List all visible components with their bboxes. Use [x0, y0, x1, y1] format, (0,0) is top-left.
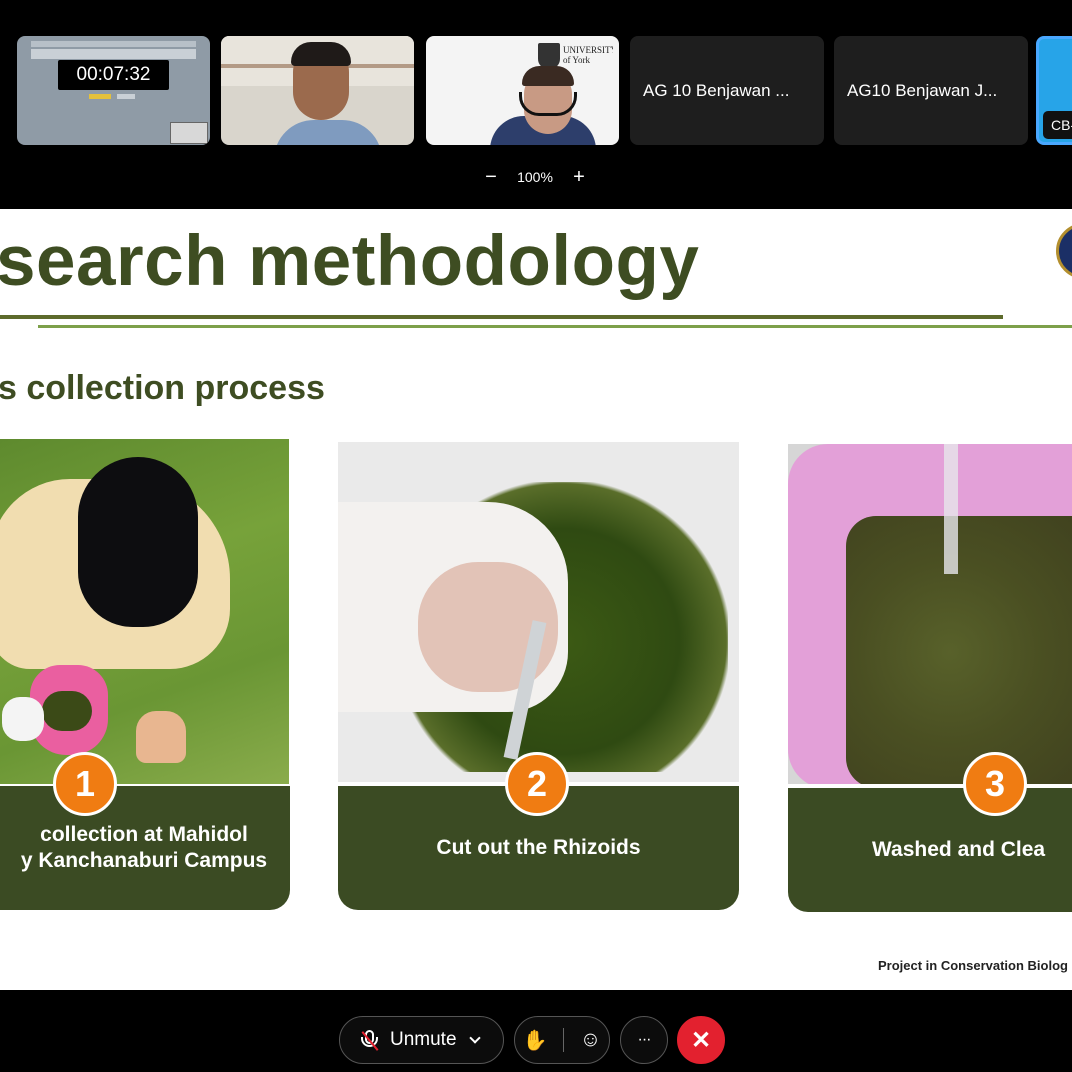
avatar: CB- — [1043, 111, 1072, 139]
unmute-label: Unmute — [390, 1029, 457, 1050]
person-hair — [522, 66, 574, 86]
glove — [2, 697, 44, 741]
participant-tile-screen-share[interactable]: 00:07:32 — [17, 36, 210, 145]
shared-screen-header — [31, 49, 196, 59]
shared-screen-thumbnail — [170, 122, 208, 144]
person-hair — [291, 42, 351, 66]
shared-slide: search methodology s collection process … — [0, 209, 1072, 990]
step-2-badge: 2 — [505, 752, 569, 816]
moss-in-bowl — [42, 691, 92, 731]
participant-name: AG 10 Benjawan ... — [643, 80, 790, 100]
zoom-level: 100% — [517, 169, 553, 185]
reactions-group: ✋ ☺ — [514, 1016, 610, 1064]
title-divider-dark — [0, 315, 1003, 319]
zoom-out-button[interactable]: − — [480, 166, 502, 189]
participant-tile-active-speaker[interactable]: CB- — [1036, 36, 1072, 145]
timer-display: 00:07:32 — [58, 60, 169, 90]
person-hair — [78, 457, 198, 627]
headset-icon — [519, 92, 577, 116]
leave-meeting-button[interactable]: ✕ — [677, 1016, 725, 1064]
water-stream — [944, 444, 958, 574]
step-1-photo — [0, 439, 289, 784]
reactions-divider — [563, 1028, 565, 1052]
participant-tile-name-2[interactable]: AG10 Benjawan J... — [834, 36, 1028, 145]
timer-reset-button — [117, 94, 135, 99]
timer-start-button — [89, 94, 111, 99]
step-3-badge: 3 — [963, 752, 1027, 816]
university-logo-text: UNIVERSITY of York — [563, 45, 613, 65]
slide-footer: Project in Conservation Biolog — [878, 958, 1068, 973]
step-1-badge: 1 — [53, 752, 117, 816]
person-body — [274, 120, 382, 145]
zoom-in-button[interactable]: + — [568, 166, 590, 189]
unmute-button[interactable]: Unmute — [339, 1016, 504, 1064]
chevron-down-icon[interactable] — [468, 1032, 481, 1044]
meeting-window: 00:07:32 UNIVERSITY of York AG 10 Benjaw… — [0, 0, 1072, 1072]
slide-subtitle: s collection process — [0, 369, 325, 407]
hand — [136, 711, 186, 763]
shared-screen-titlebar — [31, 41, 196, 47]
participant-tile-name-1[interactable]: AG 10 Benjawan ... — [630, 36, 824, 145]
participant-tile-video-1[interactable] — [221, 36, 414, 145]
university-seal-logo — [1056, 223, 1072, 279]
step-1-card: collection at Mahidol y Kanchanaburi Cam… — [0, 786, 290, 910]
close-icon: ✕ — [690, 1026, 712, 1054]
microphone-muted-icon — [360, 1029, 380, 1051]
participant-tile-video-2[interactable]: UNIVERSITY of York — [426, 36, 619, 145]
step-2-caption-line-1: Cut out the Rhizoids — [436, 836, 641, 859]
step-3-card: Washed and Clea — [788, 788, 1072, 912]
more-options-icon: ··· — [637, 1031, 652, 1048]
step-3-caption-line-1: Washed and Clea — [872, 838, 1046, 861]
step-1-caption-line-1: collection at Mahidol — [40, 823, 248, 846]
timer-value: 00:07:32 — [76, 64, 151, 85]
step-3-photo — [788, 444, 1072, 786]
title-divider-light — [38, 325, 1072, 328]
emoji-reaction-icon[interactable]: ☺ — [580, 1028, 601, 1052]
slide-title: search methodology — [0, 222, 700, 301]
step-2-photo — [338, 442, 739, 782]
more-options-button[interactable]: ··· — [620, 1016, 668, 1064]
zoom-controls: − 100% + — [480, 164, 590, 190]
raise-hand-icon[interactable]: ✋ — [523, 1028, 548, 1053]
participant-name: AG10 Benjawan J... — [847, 80, 998, 100]
tub-water-moss — [846, 516, 1072, 786]
avatar-initials: CB- — [1051, 117, 1072, 133]
step-1-caption-line-2: y Kanchanaburi Campus — [20, 849, 268, 872]
